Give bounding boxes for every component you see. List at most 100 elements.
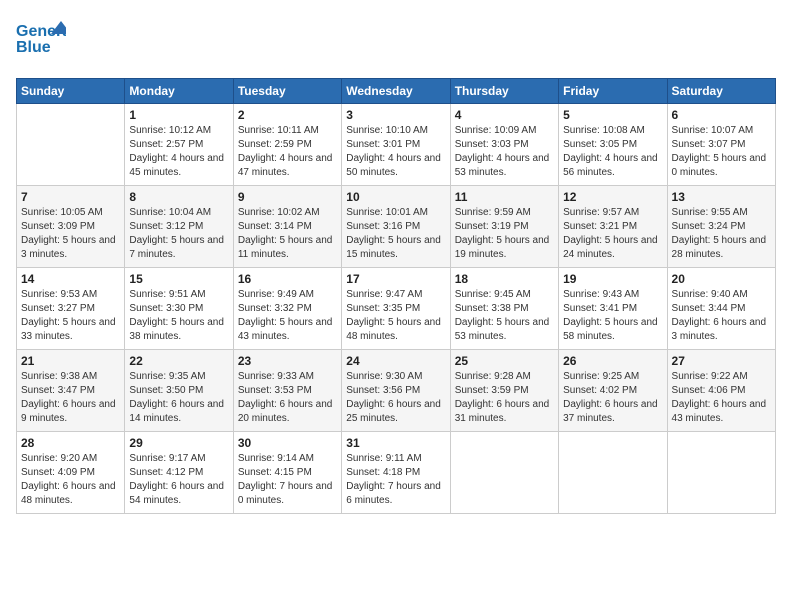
weekday-header-thursday: Thursday [450,79,558,104]
calendar-cell: 5Sunrise: 10:08 AM Sunset: 3:05 PM Dayli… [559,104,667,186]
day-info: Sunrise: 9:59 AM Sunset: 3:19 PM Dayligh… [455,206,554,262]
day-info: Sunrise: 10:12 AM Sunset: 2:57 PM Daylig… [129,124,228,180]
calendar-cell: 13 Sunrise: 9:55 AM Sunset: 3:24 PM Dayli… [667,186,775,268]
day-info: Sunrise: 9:55 AM Sunset: 3:24 PM Dayligh… [672,206,771,262]
day-info: Sunrise: 9:49 AM Sunset: 3:32 PM Dayligh… [238,288,337,344]
weekday-header-sunday: Sunday [17,79,125,104]
calendar-cell: 19 Sunrise: 9:43 AM Sunset: 3:41 PM Dayli… [559,268,667,350]
day-number: 3 [346,108,445,122]
day-number: 24 [346,354,445,368]
calendar-week-1: 1Sunrise: 10:12 AM Sunset: 2:57 PM Dayli… [17,104,776,186]
calendar-week-5: 28 Sunrise: 9:20 AM Sunset: 4:09 PM Dayli… [17,432,776,514]
calendar-cell: 20 Sunrise: 9:40 AM Sunset: 3:44 PM Dayli… [667,268,775,350]
day-number: 30 [238,436,337,450]
calendar-cell: 29 Sunrise: 9:17 AM Sunset: 4:12 PM Dayli… [125,432,233,514]
day-number: 11 [455,190,554,204]
weekday-header-saturday: Saturday [667,79,775,104]
day-info: Sunrise: 9:35 AM Sunset: 3:50 PM Dayligh… [129,370,228,426]
day-info: Sunrise: 10:09 AM Sunset: 3:03 PM Daylig… [455,124,554,180]
day-info: Sunrise: 9:53 AM Sunset: 3:27 PM Dayligh… [21,288,120,344]
calendar-cell: 26 Sunrise: 9:25 AM Sunset: 4:02 PM Dayli… [559,350,667,432]
calendar-cell: 22 Sunrise: 9:35 AM Sunset: 3:50 PM Dayli… [125,350,233,432]
calendar-cell: 14 Sunrise: 9:53 AM Sunset: 3:27 PM Dayli… [17,268,125,350]
weekday-header-row: SundayMondayTuesdayWednesdayThursdayFrid… [17,79,776,104]
day-info: Sunrise: 10:04 AM Sunset: 3:12 PM Daylig… [129,206,228,262]
day-info: Sunrise: 9:51 AM Sunset: 3:30 PM Dayligh… [129,288,228,344]
calendar-cell: 18 Sunrise: 9:45 AM Sunset: 3:38 PM Dayli… [450,268,558,350]
calendar-cell: 7Sunrise: 10:05 AM Sunset: 3:09 PM Dayli… [17,186,125,268]
calendar-cell: 23 Sunrise: 9:33 AM Sunset: 3:53 PM Dayli… [233,350,341,432]
day-number: 14 [21,272,120,286]
calendar-cell: 16 Sunrise: 9:49 AM Sunset: 3:32 PM Dayli… [233,268,341,350]
day-info: Sunrise: 9:17 AM Sunset: 4:12 PM Dayligh… [129,452,228,508]
day-info: Sunrise: 10:08 AM Sunset: 3:05 PM Daylig… [563,124,662,180]
calendar-cell: 4Sunrise: 10:09 AM Sunset: 3:03 PM Dayli… [450,104,558,186]
day-number: 16 [238,272,337,286]
weekday-header-monday: Monday [125,79,233,104]
weekday-header-tuesday: Tuesday [233,79,341,104]
calendar-week-4: 21Sunrise: 9:38 AM Sunset: 3:47 PM Dayli… [17,350,776,432]
logo: General Blue [16,16,66,66]
day-info: Sunrise: 9:14 AM Sunset: 4:15 PM Dayligh… [238,452,337,508]
day-info: Sunrise: 9:43 AM Sunset: 3:41 PM Dayligh… [563,288,662,344]
day-number: 29 [129,436,228,450]
calendar-cell [17,104,125,186]
day-number: 22 [129,354,228,368]
day-number: 17 [346,272,445,286]
calendar-cell: 21Sunrise: 9:38 AM Sunset: 3:47 PM Dayli… [17,350,125,432]
day-number: 10 [346,190,445,204]
day-info: Sunrise: 9:25 AM Sunset: 4:02 PM Dayligh… [563,370,662,426]
day-info: Sunrise: 10:05 AM Sunset: 3:09 PM Daylig… [21,206,120,262]
calendar-cell [450,432,558,514]
day-number: 23 [238,354,337,368]
day-number: 28 [21,436,120,450]
calendar-cell: 25 Sunrise: 9:28 AM Sunset: 3:59 PM Dayli… [450,350,558,432]
day-number: 19 [563,272,662,286]
day-info: Sunrise: 9:40 AM Sunset: 3:44 PM Dayligh… [672,288,771,344]
day-number: 12 [563,190,662,204]
calendar-cell: 11 Sunrise: 9:59 AM Sunset: 3:19 PM Dayli… [450,186,558,268]
day-number: 27 [672,354,771,368]
day-info: Sunrise: 10:02 AM Sunset: 3:14 PM Daylig… [238,206,337,262]
day-info: Sunrise: 10:10 AM Sunset: 3:01 PM Daylig… [346,124,445,180]
header: General Blue [16,16,776,66]
day-number: 2 [238,108,337,122]
day-number: 6 [672,108,771,122]
calendar-cell: 8 Sunrise: 10:04 AM Sunset: 3:12 PM Dayli… [125,186,233,268]
calendar-cell: 31Sunrise: 9:11 AM Sunset: 4:18 PM Dayli… [342,432,450,514]
day-number: 15 [129,272,228,286]
calendar-cell: 15 Sunrise: 9:51 AM Sunset: 3:30 PM Dayli… [125,268,233,350]
calendar-week-2: 7Sunrise: 10:05 AM Sunset: 3:09 PM Dayli… [17,186,776,268]
day-number: 20 [672,272,771,286]
day-number: 25 [455,354,554,368]
calendar-cell: 30 Sunrise: 9:14 AM Sunset: 4:15 PM Dayli… [233,432,341,514]
calendar-cell: 24 Sunrise: 9:30 AM Sunset: 3:56 PM Dayli… [342,350,450,432]
day-info: Sunrise: 9:38 AM Sunset: 3:47 PM Dayligh… [21,370,120,426]
calendar-cell: 28 Sunrise: 9:20 AM Sunset: 4:09 PM Dayli… [17,432,125,514]
calendar-cell: 1Sunrise: 10:12 AM Sunset: 2:57 PM Dayli… [125,104,233,186]
day-info: Sunrise: 9:20 AM Sunset: 4:09 PM Dayligh… [21,452,120,508]
weekday-header-friday: Friday [559,79,667,104]
day-info: Sunrise: 9:28 AM Sunset: 3:59 PM Dayligh… [455,370,554,426]
calendar-cell: 9Sunrise: 10:02 AM Sunset: 3:14 PM Dayli… [233,186,341,268]
calendar-cell: 27Sunrise: 9:22 AM Sunset: 4:06 PM Dayli… [667,350,775,432]
calendar-week-3: 14 Sunrise: 9:53 AM Sunset: 3:27 PM Dayli… [17,268,776,350]
day-number: 26 [563,354,662,368]
calendar-table: SundayMondayTuesdayWednesdayThursdayFrid… [16,78,776,514]
calendar-cell [667,432,775,514]
day-number: 13 [672,190,771,204]
calendar-cell: 2Sunrise: 10:11 AM Sunset: 2:59 PM Dayli… [233,104,341,186]
day-info: Sunrise: 9:45 AM Sunset: 3:38 PM Dayligh… [455,288,554,344]
day-number: 18 [455,272,554,286]
calendar-cell [559,432,667,514]
day-info: Sunrise: 9:47 AM Sunset: 3:35 PM Dayligh… [346,288,445,344]
calendar-cell: 6Sunrise: 10:07 AM Sunset: 3:07 PM Dayli… [667,104,775,186]
calendar-cell: 17 Sunrise: 9:47 AM Sunset: 3:35 PM Dayli… [342,268,450,350]
day-info: Sunrise: 9:33 AM Sunset: 3:53 PM Dayligh… [238,370,337,426]
day-info: Sunrise: 9:57 AM Sunset: 3:21 PM Dayligh… [563,206,662,262]
calendar-cell: 12 Sunrise: 9:57 AM Sunset: 3:21 PM Dayli… [559,186,667,268]
day-info: Sunrise: 9:30 AM Sunset: 3:56 PM Dayligh… [346,370,445,426]
calendar-cell: 10 Sunrise: 10:01 AM Sunset: 3:16 PM Dayl… [342,186,450,268]
day-info: Sunrise: 10:01 AM Sunset: 3:16 PM Daylig… [346,206,445,262]
day-number: 8 [129,190,228,204]
